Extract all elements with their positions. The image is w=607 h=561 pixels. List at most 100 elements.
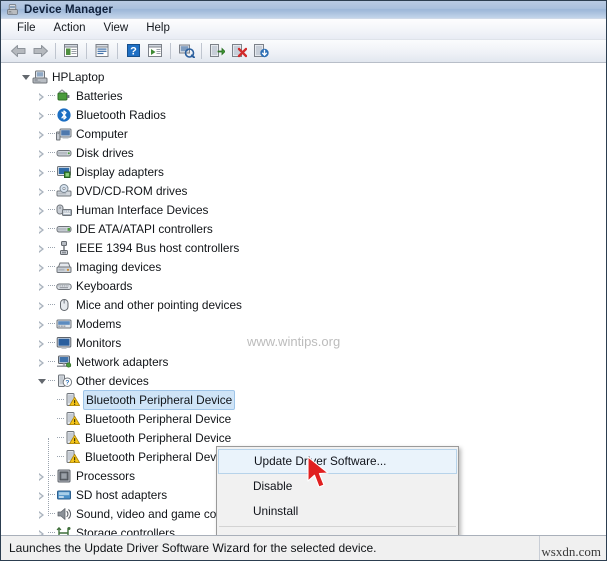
device-manager-icon [6, 3, 19, 16]
help-icon[interactable]: ? [122, 41, 144, 61]
view-icon[interactable] [144, 41, 166, 61]
expander-collapsed-icon[interactable] [35, 147, 48, 160]
toolbar-separator [55, 42, 56, 59]
tree-node-label: Bluetooth Peripheral Device [86, 392, 233, 407]
tree-node-label: SD host adapters [76, 488, 168, 503]
expander-collapsed-icon[interactable] [35, 489, 48, 502]
expander-filled-icon[interactable] [35, 375, 48, 388]
tree-node-label: Network adapters [76, 355, 169, 370]
menu-view[interactable]: View [95, 20, 138, 37]
mouse-icon [56, 297, 72, 313]
menu-file[interactable]: File [8, 20, 45, 37]
tree-connector [48, 304, 55, 306]
expander-collapsed-icon[interactable] [35, 261, 48, 274]
scan-for-hardware-changes-icon[interactable] [175, 41, 197, 61]
tree-node-label: DVD/CD-ROM drives [76, 184, 188, 199]
device-manager-screenshot: Device Manager File Action View Help ? H… [0, 0, 607, 561]
tree-node-bluetooth-radios[interactable]: Bluetooth Radios [1, 106, 606, 125]
tree-node-label: IEEE 1394 Bus host controllers [76, 241, 240, 256]
other-device-icon: ? [56, 373, 73, 389]
properties-icon[interactable] [91, 41, 113, 61]
menu-help[interactable]: Help [137, 20, 179, 37]
expander-collapsed-icon[interactable] [35, 166, 48, 179]
tree-connector [57, 437, 64, 439]
ctx-disable[interactable]: Disable [217, 474, 458, 499]
tree-connector [48, 475, 55, 477]
device-tree[interactable]: HPLaptop Batteries Bluetooth Radios Comp… [1, 63, 606, 536]
tree-node-other-devices[interactable]: ? Other devices [1, 372, 606, 391]
tree-node-bluetooth-peripheral-device-1[interactable]: Bluetooth Peripheral Device [1, 389, 606, 410]
expander-collapsed-icon[interactable] [35, 508, 48, 521]
tree-node-imaging-devices[interactable]: Imaging devices [1, 258, 606, 277]
tree-connector [48, 342, 55, 344]
tree-node-keyboards[interactable]: Keyboards [1, 277, 606, 296]
tree-node-dvd-cdrom-drives[interactable]: DVD/CD-ROM drives [1, 182, 606, 201]
tree-node-modems[interactable]: Modems [1, 315, 606, 334]
tree-guide-line [48, 437, 49, 516]
tree-connector [48, 209, 55, 211]
imaging-device-icon [56, 259, 72, 275]
tree-node-selection: Bluetooth Peripheral Device [83, 389, 236, 410]
watermark-corner: wsxdn.com [541, 544, 601, 559]
tree-node-display-adapters[interactable]: Display adapters [1, 163, 606, 182]
network-adapter-icon [56, 354, 72, 370]
tree-node-computer[interactable]: Computer [1, 125, 606, 144]
uninstall-device-icon[interactable] [228, 41, 250, 61]
tree-node-ieee-1394-bus-host-controllers[interactable]: IEEE 1394 Bus host controllers [1, 239, 606, 258]
expander-filled-icon[interactable] [19, 71, 32, 84]
expander-collapsed-icon[interactable] [35, 223, 48, 236]
tree-node-batteries[interactable]: Batteries [1, 87, 606, 106]
expander-collapsed-icon[interactable] [35, 242, 48, 255]
toolbar-separator [201, 42, 202, 59]
expander-collapsed-icon[interactable] [35, 185, 48, 198]
ctx-scan-for-hardware-changes[interactable]: Scan for hardware changes [217, 529, 458, 535]
tree-node-disk-drives[interactable]: Disk drives [1, 144, 606, 163]
expander-collapsed-icon[interactable] [35, 318, 48, 331]
toolbar: ? [1, 39, 606, 63]
battery-icon [56, 88, 72, 104]
svg-text:?: ? [130, 46, 137, 58]
ctx-update-driver-software[interactable]: Update Driver Software... [218, 448, 457, 474]
expander-collapsed-icon[interactable] [35, 280, 48, 293]
hid-icon [56, 202, 72, 218]
tree-node-human-interface-devices[interactable]: Human Interface Devices [1, 201, 606, 220]
expander-collapsed-icon[interactable] [35, 299, 48, 312]
show-hide-console-tree-icon[interactable] [60, 41, 82, 61]
tree-node-network-adapters[interactable]: Network adapters [1, 353, 606, 372]
tree-node-label: Imaging devices [76, 260, 162, 275]
tree-node-label: Computer [76, 127, 128, 142]
expander-collapsed-icon[interactable] [35, 204, 48, 217]
tree-node-hplaptop[interactable]: HPLaptop [1, 68, 606, 87]
ctx-uninstall[interactable]: Uninstall [217, 499, 458, 524]
disable-device-icon[interactable] [250, 41, 272, 61]
monitor-icon [56, 335, 72, 351]
expander-collapsed-icon[interactable] [35, 527, 48, 536]
tree-node-bluetooth-peripheral-device-2[interactable]: Bluetooth Peripheral Device [1, 410, 606, 429]
tree-connector [48, 532, 55, 534]
expander-collapsed-icon[interactable] [35, 90, 48, 103]
tree-node-label: Other devices [76, 374, 149, 389]
update-driver-software-icon[interactable] [206, 41, 228, 61]
back-icon[interactable] [7, 41, 29, 61]
expander-collapsed-icon[interactable] [35, 109, 48, 122]
storage-controller-icon [56, 525, 72, 536]
tree-connector [57, 456, 64, 458]
context-menu[interactable]: Update Driver Software... Disable Uninst… [216, 445, 459, 536]
tree-node-mice-and-other-pointing-devices[interactable]: Mice and other pointing devices [1, 296, 606, 315]
expander-collapsed-icon[interactable] [35, 337, 48, 350]
disk-drive-icon [56, 145, 72, 161]
expander-collapsed-icon[interactable] [35, 128, 48, 141]
window-title: Device Manager [24, 3, 113, 16]
expander-collapsed-icon[interactable] [35, 356, 48, 369]
tree-connector [48, 228, 55, 230]
tree-node-ide-ata-atapi-controllers[interactable]: IDE ATA/ATAPI controllers [1, 220, 606, 239]
context-menu-separator [219, 525, 456, 527]
tree-node-label: Batteries [76, 89, 123, 104]
menu-action[interactable]: Action [45, 20, 95, 37]
dvd-drive-icon [56, 183, 72, 199]
toolbar-separator [170, 42, 171, 59]
display-adapter-icon [56, 164, 72, 180]
forward-icon[interactable] [29, 41, 51, 61]
tree-connector [48, 247, 55, 249]
expander-collapsed-icon[interactable] [35, 470, 48, 483]
